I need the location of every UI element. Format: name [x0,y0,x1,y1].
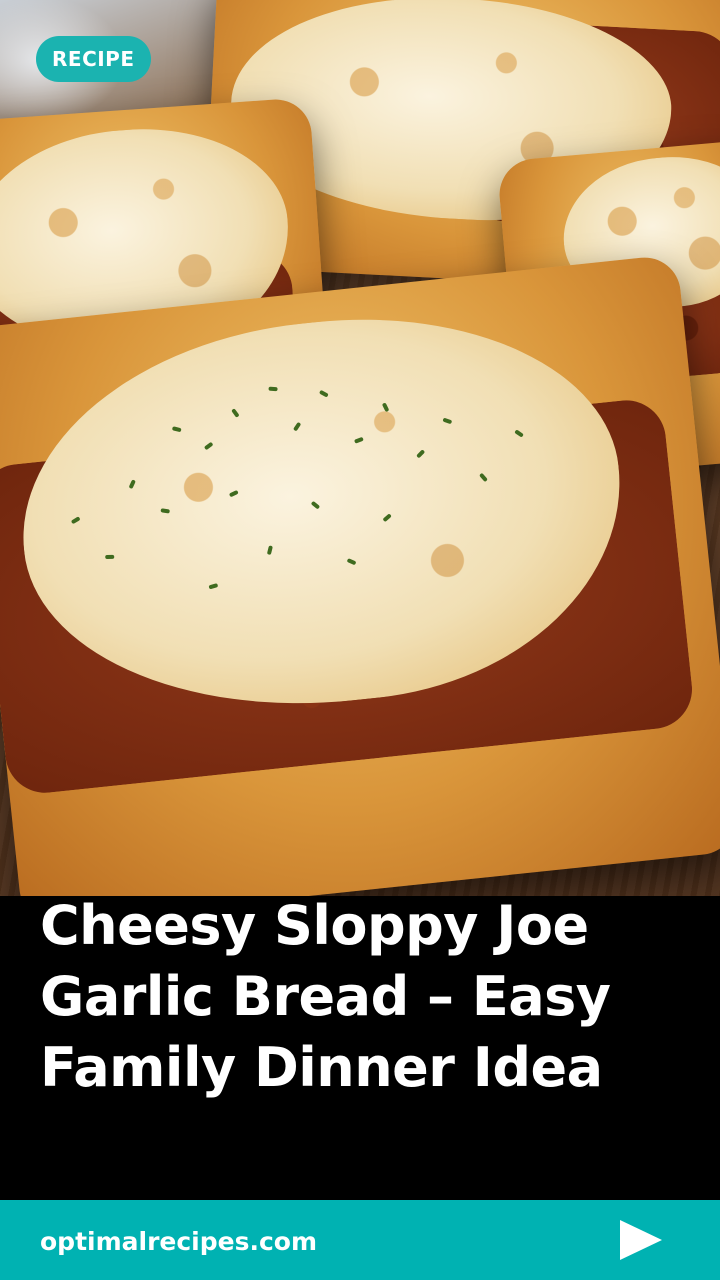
pin-card: RECIPE Cheesy Sloppy Joe Garlic Bread – … [0,0,720,1280]
recipe-title[interactable]: Cheesy Sloppy Joe Garlic Bread – Easy Fa… [40,890,680,1103]
recipe-badge: RECIPE [36,36,151,82]
footer-bar[interactable]: optimalrecipes.com [0,1200,720,1280]
play-arrow-icon[interactable] [616,1218,664,1262]
food-photo[interactable]: RECIPE [0,0,720,896]
toast-slice-main [0,254,720,896]
site-link[interactable]: optimalrecipes.com [40,1200,317,1280]
